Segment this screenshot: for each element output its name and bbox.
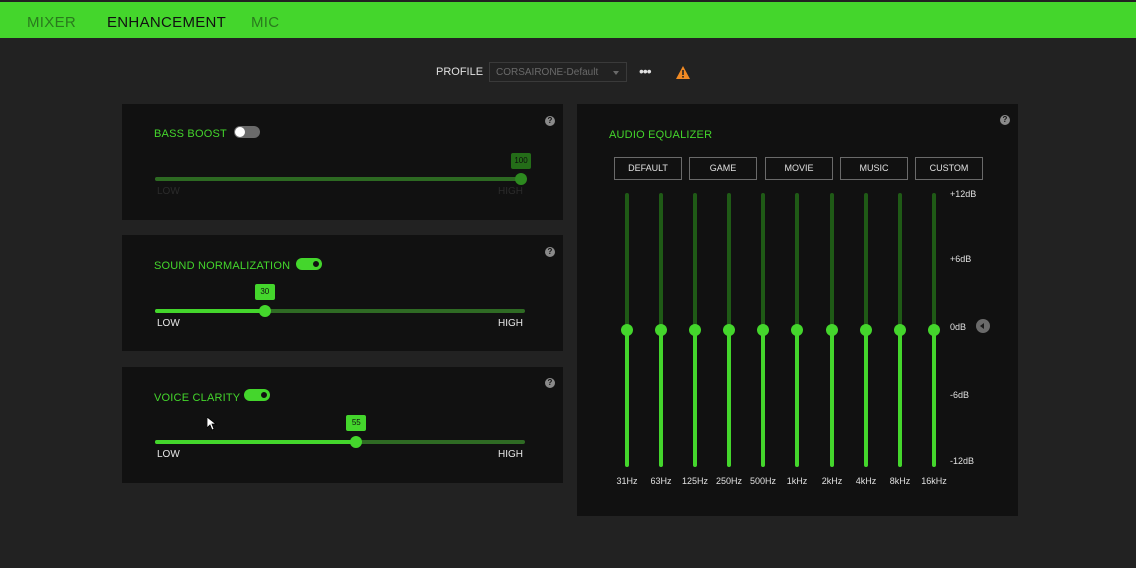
eq-band-track-lower (830, 330, 834, 467)
eq-band-frequency-label: 16kHz (921, 476, 947, 486)
voice-clarity-panel: ? VOICE CLARITY 55 LOW HIGH (122, 367, 563, 483)
eq-band-thumb[interactable] (621, 324, 633, 336)
sound-normalization-slider-track[interactable] (155, 309, 525, 313)
voice-clarity-high-label: HIGH (498, 449, 523, 460)
eq-band-track-lower (659, 330, 663, 467)
sound-normalization-title: SOUND NORMALIZATION (154, 260, 291, 272)
sound-normalization-help-icon[interactable]: ? (545, 247, 555, 257)
preset-music-button[interactable]: MUSIC (840, 157, 908, 180)
sound-normalization-slider-thumb[interactable] (258, 305, 271, 317)
profile-dropdown[interactable]: CORSAIRONE-Default (489, 62, 627, 82)
db-label-plus6: +6dB (950, 254, 972, 264)
voice-clarity-title: VOICE CLARITY (154, 392, 241, 404)
eq-band-track-lower (727, 330, 731, 467)
eq-band-thumb[interactable] (689, 324, 701, 336)
preset-custom-button[interactable]: CUSTOM (915, 157, 983, 180)
eq-band-track-lower (864, 330, 868, 467)
bass-boost-low-label: LOW (157, 186, 180, 197)
eq-band-track-upper (795, 193, 799, 330)
voice-clarity-help-icon[interactable]: ? (545, 378, 555, 388)
voice-clarity-low-label: LOW (157, 449, 180, 460)
top-tab-bar: MIXER ENHANCEMENT MIC (0, 0, 1136, 38)
eq-band-frequency-label: 1kHz (786, 476, 808, 486)
sound-normalization-toggle[interactable] (296, 258, 322, 270)
eq-band-thumb[interactable] (894, 324, 906, 336)
eq-band-track-upper (898, 193, 902, 330)
equalizer-title: AUDIO EQUALIZER (609, 129, 713, 141)
equalizer-help-icon[interactable]: ? (1000, 115, 1010, 125)
eq-band-track-lower (795, 330, 799, 467)
eq-band-thumb[interactable] (723, 324, 735, 336)
voice-clarity-toggle[interactable] (244, 389, 270, 401)
eq-band-thumb[interactable] (791, 324, 803, 336)
eq-band-track-upper (659, 193, 663, 330)
eq-band-thumb[interactable] (757, 324, 769, 336)
bass-boost-title: BASS BOOST (154, 128, 227, 140)
eq-band-track-upper (864, 193, 868, 330)
equalizer-reset-icon[interactable] (976, 319, 990, 333)
eq-band-track-upper (830, 193, 834, 330)
preset-default-button[interactable]: DEFAULT (614, 157, 682, 180)
bass-boost-help-icon[interactable]: ? (545, 116, 555, 126)
profile-label: PROFILE (436, 66, 484, 78)
eq-band-track-upper (932, 193, 936, 330)
db-label-minus12: -12dB (950, 456, 975, 466)
eq-band-track-lower (932, 330, 936, 467)
voice-clarity-slider-track[interactable] (155, 440, 525, 444)
bass-boost-panel: ? BASS BOOST 100 LOW HIGH (122, 104, 563, 220)
eq-band-track-upper (727, 193, 731, 330)
chevron-down-icon (613, 71, 619, 75)
sound-normalization-low-label: LOW (157, 318, 180, 329)
eq-band-thumb[interactable] (860, 324, 872, 336)
bass-boost-toggle[interactable] (234, 126, 260, 138)
eq-band-track-lower (761, 330, 765, 467)
profile-more-button[interactable]: ••• (639, 63, 652, 79)
bass-boost-slider-track[interactable] (155, 177, 525, 181)
eq-band-thumb[interactable] (928, 324, 940, 336)
eq-band-track-upper (693, 193, 697, 330)
tab-mic[interactable]: MIC (251, 14, 279, 31)
eq-band-thumb[interactable] (655, 324, 667, 336)
voice-clarity-slider-thumb[interactable] (350, 436, 363, 448)
eq-band-track-lower (693, 330, 697, 467)
db-label-0: 0dB (950, 322, 967, 332)
voice-clarity-value-badge: 55 (346, 415, 367, 431)
eq-band-track-lower (625, 330, 629, 467)
mouse-cursor-icon (207, 417, 217, 431)
tab-enhancement[interactable]: ENHANCEMENT (107, 14, 226, 31)
eq-band-track-upper (761, 193, 765, 330)
eq-band-track-upper (625, 193, 629, 330)
sound-normalization-value-badge: 30 (254, 284, 275, 300)
bass-boost-slider-thumb[interactable] (515, 173, 527, 185)
bass-boost-high-label: HIGH (498, 186, 523, 197)
db-label-minus6: -6dB (950, 390, 970, 400)
db-label-plus12: +12dB (950, 189, 977, 199)
tab-mixer[interactable]: MIXER (27, 14, 76, 31)
sound-normalization-high-label: HIGH (498, 318, 523, 329)
sound-normalization-panel: ? SOUND NORMALIZATION 30 LOW HIGH (122, 235, 563, 351)
bass-boost-value-badge: 100 (511, 153, 531, 169)
audio-equalizer-panel: ? AUDIO EQUALIZER DEFAULT GAME MOVIE MUS… (577, 104, 1018, 516)
profile-selected-value: CORSAIRONE-Default (496, 67, 599, 78)
preset-movie-button[interactable]: MOVIE (765, 157, 833, 180)
eq-band-track-lower (898, 330, 902, 467)
preset-game-button[interactable]: GAME (689, 157, 757, 180)
warning-triangle-icon[interactable] (676, 66, 690, 79)
eq-band-thumb[interactable] (826, 324, 838, 336)
